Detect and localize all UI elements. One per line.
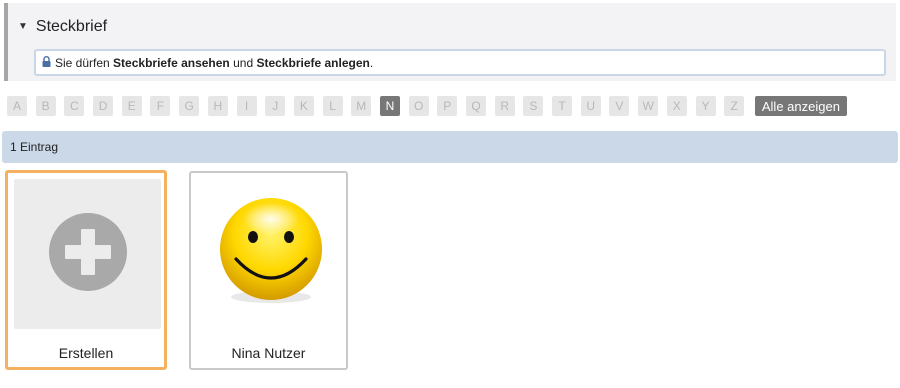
letter-filter-t[interactable]: T (552, 96, 573, 116)
show-all-button[interactable]: Alle anzeigen (754, 96, 847, 116)
plus-circle-icon (48, 212, 128, 297)
letter-filter-n[interactable]: N (379, 96, 400, 116)
letter-filter-c[interactable]: C (64, 96, 85, 116)
letter-filter-g[interactable]: G (179, 96, 200, 116)
caret-down-icon: ▼ (18, 21, 28, 32)
letter-filter-z[interactable]: Z (724, 96, 745, 116)
permission-notice: Sie dürfen Steckbriefe ansehen und Steck… (34, 49, 886, 76)
letter-filter-f[interactable]: F (150, 96, 171, 116)
letter-filter-u[interactable]: U (580, 96, 601, 116)
permission-suffix: . (369, 55, 374, 70)
smiley-avatar-icon (216, 197, 326, 312)
alphabet-filter: A B C D E F G H I J K L M N O P Q R S T U V W X Y Z Alle anzeigen (7, 96, 847, 116)
letter-filter-o[interactable]: O (408, 96, 429, 116)
letter-filter-i[interactable]: I (236, 96, 257, 116)
permission-view: Steckbriefe ansehen (113, 55, 230, 70)
permission-create: Steckbriefe anlegen (256, 55, 370, 70)
profile-card-nina-nutzer[interactable]: Nina Nutzer (189, 171, 348, 370)
letter-filter-r[interactable]: R (494, 96, 515, 116)
create-card[interactable]: Erstellen (5, 170, 167, 370)
letter-filter-k[interactable]: K (293, 96, 314, 116)
letter-filter-y[interactable]: Y (695, 96, 716, 116)
steckbrief-panel: ▼ Steckbrief Sie dürfen Steckbriefe anse… (4, 3, 896, 81)
letter-filter-v[interactable]: V (609, 96, 630, 116)
section-toggle[interactable]: ▼ Steckbrief (18, 18, 107, 36)
letter-filter-j[interactable]: J (265, 96, 286, 116)
letter-filter-w[interactable]: W (638, 96, 659, 116)
result-count-bar: 1 Eintrag (2, 131, 898, 163)
letter-filter-h[interactable]: H (207, 96, 228, 116)
lock-icon (42, 55, 51, 70)
letter-filter-a[interactable]: A (7, 96, 27, 116)
create-thumbnail (14, 179, 161, 329)
letter-filter-b[interactable]: B (35, 96, 56, 116)
permission-middle: und (229, 55, 257, 70)
profile-thumbnail (197, 179, 344, 329)
section-title: Steckbrief (35, 18, 108, 35)
letter-filter-q[interactable]: Q (466, 96, 486, 116)
profile-name: Nina Nutzer (231, 345, 306, 361)
letter-filter-l[interactable]: L (322, 96, 343, 116)
permission-prefix: Sie dürfen (55, 55, 110, 70)
letter-filter-x[interactable]: X (666, 96, 687, 116)
result-count: 1 Eintrag (10, 140, 59, 154)
create-label: Erstellen (58, 345, 114, 361)
letter-filter-p[interactable]: P (437, 96, 458, 116)
letter-filter-d[interactable]: D (93, 96, 114, 116)
letter-filter-m[interactable]: M (351, 96, 372, 116)
letter-filter-s[interactable]: S (523, 96, 544, 116)
letter-filter-e[interactable]: E (121, 96, 142, 116)
